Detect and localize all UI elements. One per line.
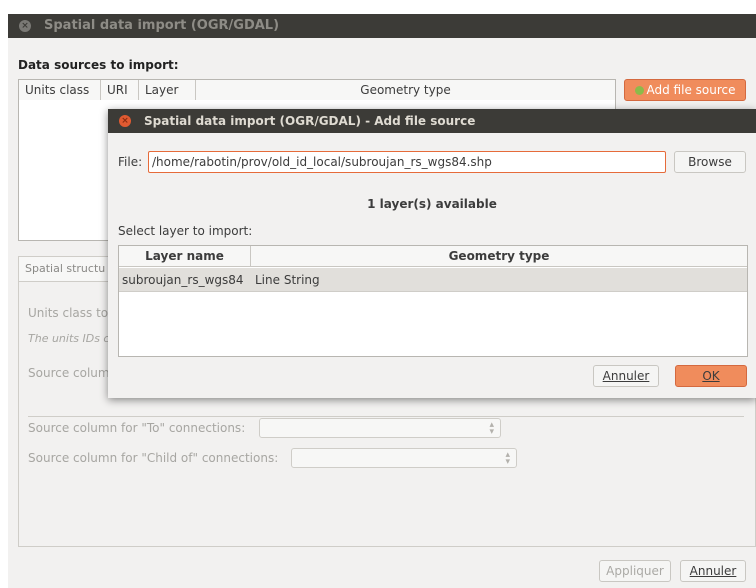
child-connections-combo[interactable]: ▴ ▾ xyxy=(291,448,517,468)
column-layer-name[interactable]: Layer name xyxy=(119,246,251,267)
child-connections-label: Source column for "Child of" connections… xyxy=(28,451,279,465)
dialog-cancel-button[interactable]: Annuler xyxy=(593,365,659,387)
separator xyxy=(28,416,744,417)
close-icon[interactable]: × xyxy=(119,115,131,127)
add-file-source-label: Add file source xyxy=(646,83,736,97)
sources-table-header: Units class URI Layer Geometry type xyxy=(18,79,616,101)
table-row[interactable]: subroujan_rs_wgs84 Line String xyxy=(119,268,747,292)
dialog-titlebar: × Spatial data import (OGR/GDAL) - Add f… xyxy=(108,109,756,133)
file-label: File: xyxy=(118,155,143,169)
to-connections-label: Source column for "To" connections: xyxy=(28,421,246,435)
cancel-label: Annuler xyxy=(689,564,737,578)
add-file-source-dialog: × Spatial data import (OGR/GDAL) - Add f… xyxy=(108,109,756,398)
spin-arrows-icon: ▴ ▾ xyxy=(489,420,494,437)
layers-available-text: 1 layer(s) available xyxy=(367,197,497,211)
select-layer-label: Select layer to import: xyxy=(118,224,253,238)
cancel-button[interactable]: Annuler xyxy=(680,560,746,582)
ok-button[interactable]: OK xyxy=(675,365,747,387)
units-class-label: Units class to xyxy=(28,306,109,320)
column-units-class[interactable]: Units class xyxy=(19,80,101,100)
ok-label: OK xyxy=(702,369,720,383)
tab-spatial-structure[interactable]: Spatial structu xyxy=(19,257,116,282)
add-file-source-button[interactable]: Add file source xyxy=(624,79,746,101)
column-uri[interactable]: URI xyxy=(101,80,139,100)
layers-table[interactable]: Layer name Geometry type subroujan_rs_wg… xyxy=(118,245,748,357)
geometry-type-cell: Line String xyxy=(255,273,320,287)
column-geometry-type[interactable]: Geometry type xyxy=(196,80,615,100)
browse-button[interactable]: Browse xyxy=(674,151,746,173)
column-layer[interactable]: Layer xyxy=(139,80,196,100)
import-window-title: Spatial data import (OGR/GDAL) xyxy=(44,18,280,33)
import-window-titlebar: × Spatial data import (OGR/GDAL) xyxy=(8,14,756,38)
dialog-title: Spatial data import (OGR/GDAL) - Add fil… xyxy=(144,114,476,128)
layer-name-cell: subroujan_rs_wgs84 xyxy=(122,273,244,287)
file-path-input[interactable]: /home/rabotin/prov/old_id_local/subrouja… xyxy=(148,151,666,173)
close-icon[interactable]: × xyxy=(19,20,31,32)
source-column-label: Source colum xyxy=(28,366,110,380)
units-ids-note: The units IDs c xyxy=(28,332,110,345)
apply-button[interactable]: Appliquer xyxy=(599,560,671,582)
spin-arrows-icon: ▴ ▾ xyxy=(505,450,510,467)
to-connections-combo[interactable]: ▴ ▾ xyxy=(259,418,501,438)
add-icon xyxy=(634,86,644,95)
dialog-cancel-label: Annuler xyxy=(602,369,650,383)
column-geometry-type[interactable]: Geometry type xyxy=(251,246,747,267)
data-sources-label: Data sources to import: xyxy=(18,58,179,72)
